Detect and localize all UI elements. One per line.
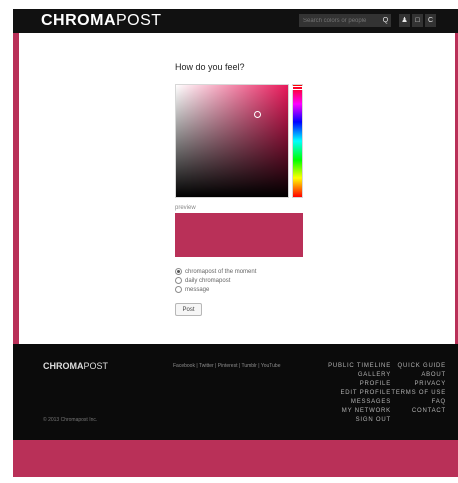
preview-label: preview (175, 205, 196, 211)
top-header: CHROMAPOST Q ♟ □ C (13, 9, 458, 33)
hue-slider-handle[interactable] (292, 86, 303, 90)
footer-link-about[interactable]: ABOUT (391, 371, 446, 380)
option-label: daily chromapost (185, 277, 231, 284)
chromapost-c-icon[interactable]: C (425, 14, 436, 27)
square-icon[interactable]: □ (412, 14, 423, 27)
footer-link-sign-out[interactable]: SIGN OUT (328, 416, 391, 425)
search-input[interactable] (299, 14, 391, 27)
radio-button[interactable] (175, 268, 182, 275)
footer-nav-secondary: QUICK GUIDE ABOUT PRIVACY TERMS OF USE F… (391, 362, 446, 416)
radio-button[interactable] (175, 277, 182, 284)
footer-link-public-timeline[interactable]: PUBLIC TIMELINE (328, 362, 391, 371)
saturation-value-picker[interactable] (175, 84, 289, 198)
bottom-accent-band (13, 440, 458, 477)
footer-logo[interactable]: CHROMAPOST (43, 361, 108, 371)
post-button[interactable]: Post (175, 303, 202, 316)
color-preview (175, 213, 303, 257)
user-icon[interactable]: ♟ (399, 14, 410, 27)
option-label: message (185, 286, 210, 293)
footer-link-profile[interactable]: PROFILE (328, 380, 391, 389)
footer-link-gallery[interactable]: GALLERY (328, 371, 391, 380)
footer-link-edit-profile[interactable]: EDIT PROFILE (328, 389, 391, 398)
footer-link-privacy[interactable]: PRIVACY (391, 380, 446, 389)
social-links[interactable]: Facebook | Twitter | Pinterest | Tumblr … (173, 363, 280, 369)
footer-nav-primary: PUBLIC TIMELINE GALLERY PROFILE EDIT PRO… (328, 362, 391, 425)
hue-slider[interactable] (292, 84, 303, 198)
search-icon[interactable]: Q (380, 14, 391, 27)
footer-link-quick-guide[interactable]: QUICK GUIDE (391, 362, 446, 371)
option-message[interactable]: message (175, 286, 209, 293)
footer-link-faq[interactable]: FAQ (391, 398, 446, 407)
color-picker-cursor[interactable] (254, 111, 261, 118)
option-daily-chromapost[interactable]: daily chromapost (175, 277, 230, 284)
footer-link-my-network[interactable]: MY NETWORK (328, 407, 391, 416)
site-footer: CHROMAPOST Facebook | Twitter | Pinteres… (13, 344, 458, 440)
footer-link-terms-of-use[interactable]: TERMS OF USE (391, 389, 446, 398)
chromapost-logo[interactable]: CHROMAPOST (41, 12, 162, 30)
footer-link-contact[interactable]: CONTACT (391, 407, 446, 416)
copyright-text: © 2013 Chromapost Inc. (43, 417, 98, 423)
option-chromapost-of-the-moment[interactable]: chromapost of the moment (175, 268, 256, 275)
option-label: chromapost of the moment (185, 268, 257, 275)
footer-link-messages[interactable]: MESSAGES (328, 398, 391, 407)
page-title: How do you feel? (175, 62, 245, 72)
radio-button[interactable] (175, 286, 182, 293)
